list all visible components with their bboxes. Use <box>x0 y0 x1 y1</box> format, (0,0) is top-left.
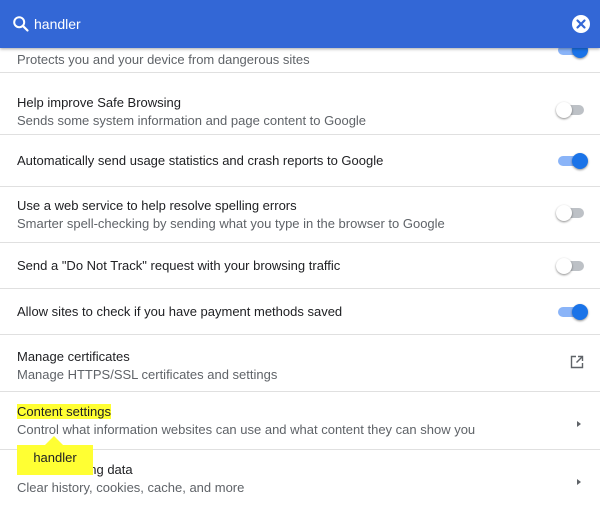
row-subtitle: Control what information websites can us… <box>17 422 476 437</box>
row-title: Help improve Safe Browsing <box>17 95 182 110</box>
search-input[interactable] <box>34 14 534 34</box>
payment-methods-row[interactable]: Allow sites to check if you have payment… <box>0 288 600 334</box>
row-subtitle: Sends some system information and page c… <box>17 113 367 128</box>
row-subtitle: Manage HTTPS/SSL certificates and settin… <box>17 367 278 382</box>
row-title: Automatically send usage statistics and … <box>17 152 384 168</box>
row-title: Use a web service to help resolve spelli… <box>17 198 297 213</box>
search-icon <box>12 15 30 33</box>
row-title: Manage certificates <box>17 349 130 364</box>
chevron-right-icon[interactable] <box>574 416 584 427</box>
toggle-knob <box>556 102 572 118</box>
chevron-right-icon[interactable] <box>574 474 584 485</box>
search-bar <box>0 0 600 48</box>
payment-methods-toggle[interactable] <box>556 304 588 320</box>
close-icon <box>576 19 586 29</box>
do-not-track-toggle[interactable] <box>556 258 588 274</box>
toggle-knob <box>572 304 588 320</box>
toggle-knob <box>572 153 588 169</box>
do-not-track-row[interactable]: Send a "Do Not Track" request with your … <box>0 242 600 288</box>
spelling-service-toggle[interactable] <box>556 205 588 221</box>
toggle-knob <box>556 205 572 221</box>
external-link-icon[interactable] <box>570 355 584 374</box>
usage-statistics-row[interactable]: Automatically send usage statistics and … <box>0 134 600 186</box>
row-subtitle: Clear history, cookies, cache, and more <box>17 480 245 495</box>
row-subtitle: Smarter spell-checking by sending what y… <box>17 216 445 231</box>
settings-list: Protects you and your device from danger… <box>0 42 600 509</box>
spelling-service-row[interactable]: Use a web service to help resolve spelli… <box>0 186 600 242</box>
manage-certificates-row[interactable]: Manage certificates Manage HTTPS/SSL cer… <box>0 334 600 391</box>
toggle-knob <box>556 258 572 274</box>
row-title: Clear browsing data <box>17 462 133 477</box>
help-improve-safe-browsing-row[interactable]: Help improve Safe Browsing Sends some sy… <box>0 72 600 134</box>
row-title-wrap: Content settings <box>17 403 540 421</box>
content-settings-row[interactable]: Content settings Control what informatio… <box>0 391 600 449</box>
clear-search-button[interactable] <box>572 15 590 33</box>
search-match-tooltip: handler <box>17 436 93 475</box>
usage-statistics-toggle[interactable] <box>556 153 588 169</box>
help-improve-safe-browsing-toggle[interactable] <box>556 102 588 118</box>
row-subtitle: Protects you and your device from danger… <box>17 52 310 67</box>
row-title: Content settings <box>17 404 111 419</box>
row-title: Allow sites to check if you have payment… <box>17 303 343 319</box>
row-title: Send a "Do Not Track" request with your … <box>17 257 341 273</box>
safe-browsing-row[interactable]: Protects you and your device from danger… <box>0 42 600 72</box>
